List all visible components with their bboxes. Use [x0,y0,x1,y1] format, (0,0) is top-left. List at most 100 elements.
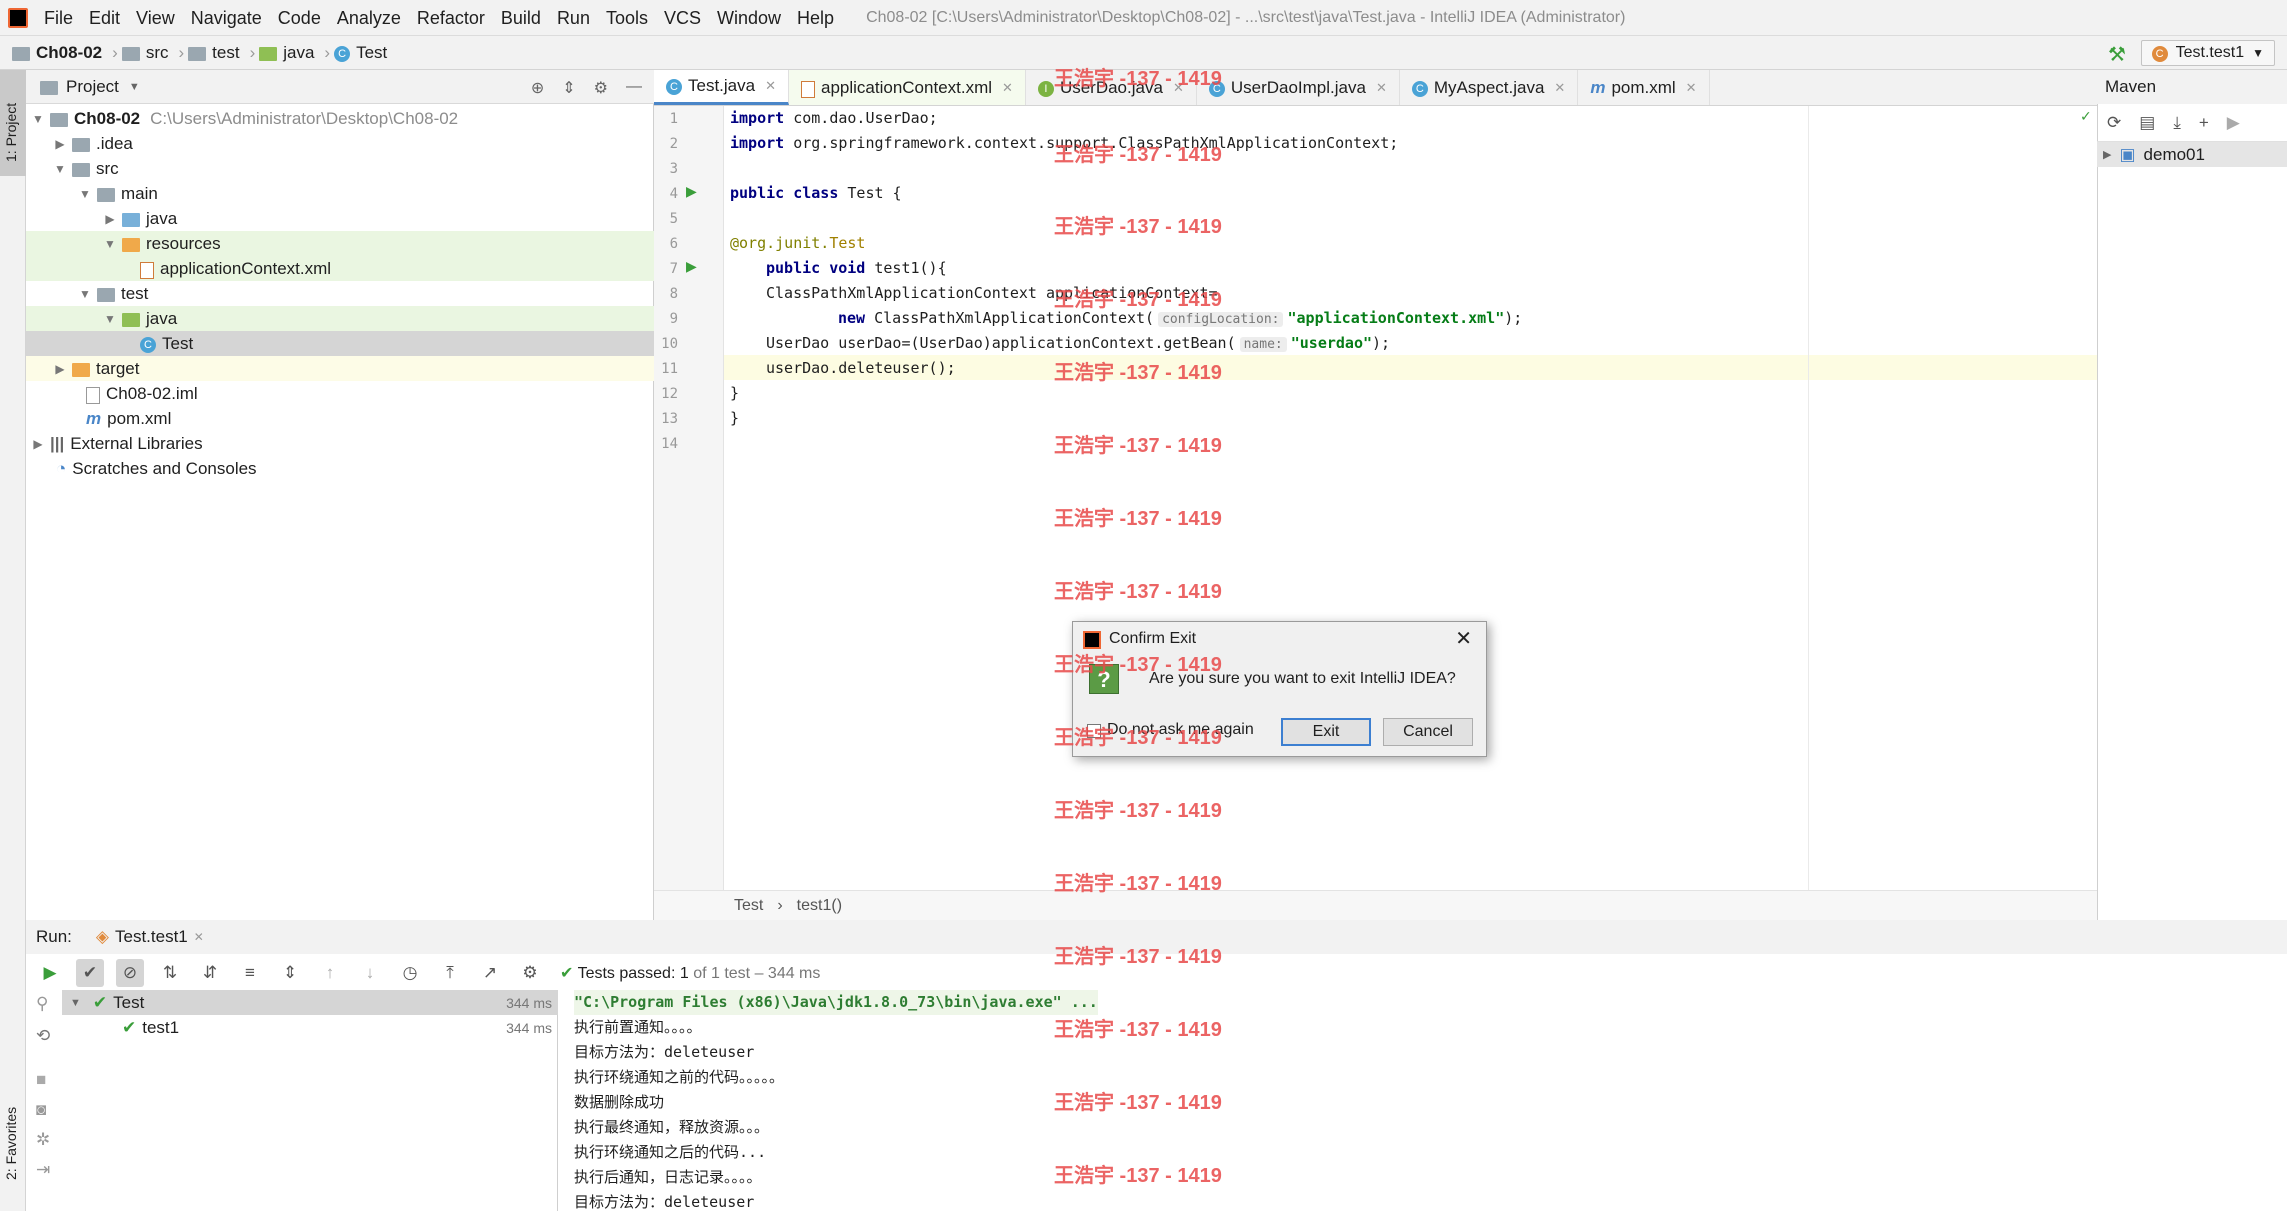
run-icon[interactable]: ▶ [2227,113,2240,133]
add-icon[interactable]: + [2199,113,2209,133]
menu-file[interactable]: File [36,0,81,36]
tool-window-favorites-tab[interactable]: 2: Favorites [3,1107,19,1180]
run-configuration-select[interactable]: C Test.test1 ▼ [2140,40,2275,66]
chevron-right-icon[interactable]: ▶ [52,137,68,151]
breadcrumb-test-class[interactable]: C Test [334,43,387,63]
tree-item-pom[interactable]: m pom.xml [26,406,654,431]
exit-icon[interactable]: ⇥ [36,1160,50,1180]
code-line-10[interactable]: UserDao userDao=(UserDao)applicationCont… [766,331,1390,356]
breadcrumb-project[interactable]: Ch08-02 [12,43,102,63]
previous-failed-icon[interactable]: ↑ [316,959,344,987]
tab-myaspect[interactable]: C MyAspect.java ✕ [1400,70,1579,105]
rerun-failed-icon[interactable]: ⟲ [36,1026,50,1046]
tree-item-resources[interactable]: ▼ resources [26,231,654,256]
project-view-selector[interactable]: Project [66,77,119,97]
tree-item-test-class[interactable]: C Test [26,331,654,356]
gear-icon[interactable]: ⚙ [594,78,608,98]
close-icon[interactable]: ✕ [1686,80,1697,96]
tree-item-test-java[interactable]: ▼ java [26,306,654,331]
tab-userdaoimpl[interactable]: C UserDaoImpl.java ✕ [1197,70,1400,105]
tab-pom[interactable]: m pom.xml ✕ [1578,70,1710,105]
cancel-button[interactable]: Cancel [1383,718,1473,746]
tree-item-main-java[interactable]: ▶ java [26,206,654,231]
chevron-right-icon[interactable]: ▶ [102,212,118,226]
chevron-down-icon[interactable]: ▼ [77,287,93,301]
maven-project-item[interactable]: ▶ ▣ demo01 [2097,142,2287,167]
run-test-gutter-icon[interactable]: ▶ [686,258,697,275]
close-icon[interactable]: ✕ [194,930,204,944]
menu-vcs[interactable]: VCS [656,0,709,36]
code-line-7[interactable]: public void test1(){ [766,256,947,281]
tree-item-test[interactable]: ▼ test [26,281,654,306]
code-line-6[interactable]: @org.junit.Test [730,231,865,256]
tree-item-target[interactable]: ▶ target [26,356,654,381]
test-row-class[interactable]: ▼ ✔ Test 344 ms [62,990,558,1015]
chevron-down-icon[interactable]: ▼ [102,312,118,326]
close-icon[interactable]: ✕ [1376,80,1387,96]
locate-file-icon[interactable]: ⊕ [531,78,544,98]
menu-navigate[interactable]: Navigate [183,0,270,36]
tree-item-iml[interactable]: Ch08-02.iml [26,381,654,406]
chevron-down-icon[interactable]: ▼ [129,81,140,93]
hide-panel-icon[interactable]: — [626,78,642,98]
menu-run[interactable]: Run [549,0,598,36]
menu-edit[interactable]: Edit [81,0,128,36]
chevron-down-icon[interactable]: ▼ [52,162,68,176]
menu-build[interactable]: Build [493,0,549,36]
import-tests-icon[interactable]: ⤒ [436,959,464,987]
close-icon[interactable]: ✕ [1554,80,1565,96]
chevron-right-icon[interactable]: ▶ [52,362,68,376]
close-icon[interactable]: ✕ [765,78,776,94]
export-tests-icon[interactable]: ↗ [476,959,504,987]
gear-icon[interactable]: ⚙ [516,959,544,987]
tree-item-project-root[interactable]: ▼ Ch08-02 C:\Users\Administrator\Desktop… [26,106,654,131]
tool-window-project-tab[interactable]: 1: Project [0,70,26,176]
breadcrumb-java[interactable]: java [259,43,314,63]
chevron-down-icon[interactable]: ▼ [102,237,118,251]
build-hammer-icon[interactable]: ⚒ [2108,42,2126,67]
next-failed-icon[interactable]: ↓ [356,959,384,987]
tab-test-java[interactable]: C Test.java ✕ [654,70,789,105]
code-line-11[interactable]: userDao.deleteuser(); [766,356,956,381]
menu-window[interactable]: Window [709,0,789,36]
code-line-13[interactable]: } [730,406,739,431]
run-tab[interactable]: ◈ Test.test1 ✕ [96,927,204,947]
tree-item-scratches[interactable]: ◔ Scratches and Consoles [26,456,654,481]
refresh-icon[interactable]: ⟳ [2107,113,2121,133]
test-row-method[interactable]: ✔ test1 344 ms [62,1015,558,1040]
debug-icon[interactable]: ⚲ [36,994,48,1014]
sort-by-duration-icon[interactable]: ⇵ [196,959,224,987]
code-line-12[interactable]: } [730,381,739,406]
editor-breadcrumb-class[interactable]: Test [734,897,763,915]
chevron-right-icon[interactable]: ▶ [2103,148,2111,161]
code-line-1[interactable]: import com.dao.UserDao; [730,106,938,131]
tree-item-idea[interactable]: ▶ .idea [26,131,654,156]
sort-alphabetically-icon[interactable]: ⇅ [156,959,184,987]
tab-application-context[interactable]: applicationContext.xml ✕ [789,70,1026,105]
rerun-icon[interactable]: ▶ [36,959,64,987]
chevron-down-icon[interactable]: ▼ [77,187,93,201]
tree-item-application-context[interactable]: applicationContext.xml [26,256,654,281]
chevron-down-icon[interactable]: ▼ [70,997,81,1009]
camera-icon[interactable]: ◙ [36,1100,46,1120]
tree-item-src[interactable]: ▼ src [26,156,654,181]
menu-view[interactable]: View [128,0,183,36]
tree-item-main[interactable]: ▼ main [26,181,654,206]
tree-item-external-libraries[interactable]: ▶ ||| External Libraries [26,431,654,456]
breadcrumb-test[interactable]: test [188,43,240,63]
run-test-gutter-icon[interactable]: ▶ [686,183,697,200]
download-icon[interactable]: ⤓ [2173,113,2181,133]
show-passed-icon[interactable]: ✔ [76,959,104,987]
show-ignored-icon[interactable]: ⊘ [116,959,144,987]
close-icon[interactable]: ✕ [1455,626,1472,651]
collapse-all-icon[interactable]: ⇕ [276,959,304,987]
menu-help[interactable]: Help [789,0,842,36]
exit-button[interactable]: Exit [1281,718,1371,746]
settings-icon[interactable]: ✲ [36,1130,50,1150]
collapse-all-icon[interactable]: ⇕ [562,78,575,98]
menu-analyze[interactable]: Analyze [329,0,409,36]
breadcrumb-src[interactable]: src [121,43,168,63]
generate-sources-icon[interactable]: ▤ [2139,113,2155,133]
close-icon[interactable]: ✕ [1002,80,1013,96]
chevron-right-icon[interactable]: ▶ [30,437,46,451]
